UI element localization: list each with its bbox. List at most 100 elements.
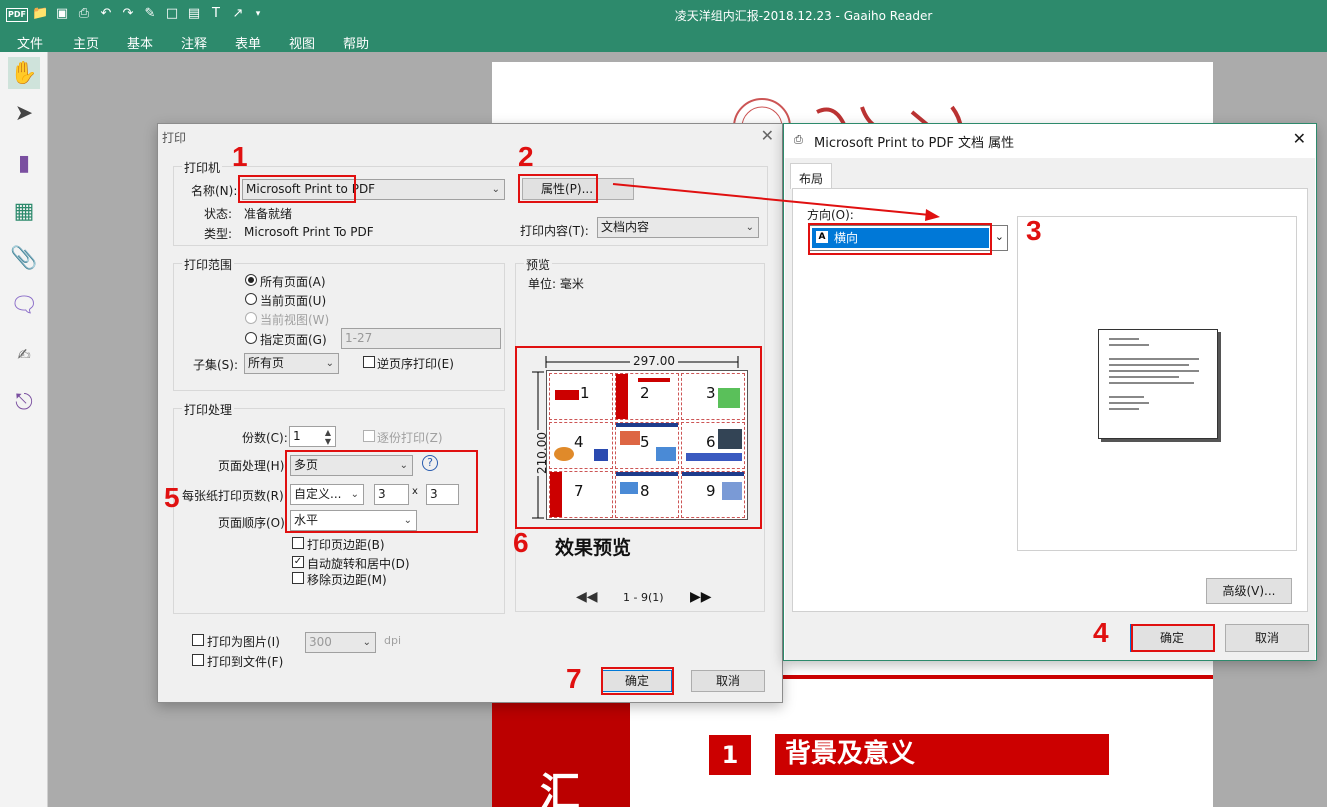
annotation-label-7: 7 bbox=[566, 663, 582, 694]
annotation-box-4 bbox=[1131, 624, 1215, 652]
menu-view[interactable]: 视图 bbox=[289, 33, 315, 52]
menu-bar: 文件 主页 基本 注释 表单 视图 帮助 bbox=[0, 30, 1327, 52]
preview-title: 预览 bbox=[524, 256, 553, 273]
menu-basic[interactable]: 基本 bbox=[127, 33, 153, 52]
reverse-order-label: 逆页序打印(E) bbox=[377, 357, 454, 371]
last-page-icon[interactable]: ▶▶ bbox=[690, 589, 712, 605]
annotation-label-2: 2 bbox=[518, 141, 534, 172]
copies-stepper[interactable]: 1 ▲ ▼ bbox=[289, 426, 336, 447]
preview-page-indicator: 1 - 9(1) bbox=[623, 591, 664, 604]
close-icon[interactable]: ✕ bbox=[761, 126, 774, 145]
annotation-box-7 bbox=[601, 667, 674, 695]
print-as-image-checkbox[interactable] bbox=[192, 634, 204, 646]
printer-icon: ⎙ bbox=[794, 133, 803, 146]
chevron-down-icon: ⌄ bbox=[745, 222, 754, 233]
dpi-unit: dpi bbox=[384, 634, 402, 647]
copies-label: 份数(C): bbox=[242, 431, 288, 445]
subset-value: 所有页 bbox=[248, 356, 285, 370]
orientation-preview bbox=[1017, 216, 1297, 551]
page-order-label: 页面顺序(O) bbox=[218, 516, 285, 530]
print-borders-checkbox[interactable] bbox=[292, 537, 304, 549]
hand-tool-icon[interactable]: ✋ bbox=[8, 57, 40, 89]
printer-status-value: 准备就绪 bbox=[244, 207, 293, 221]
annotation-box-2 bbox=[518, 174, 598, 203]
printer-name-label: 名称(N): bbox=[191, 184, 238, 198]
annotation-label-1: 1 bbox=[232, 141, 248, 172]
annotation-box-3 bbox=[808, 223, 992, 255]
printer-status-label: 状态: bbox=[204, 207, 233, 221]
all-pages-label: 所有页面(A) bbox=[260, 275, 326, 289]
print-cancel-button[interactable]: 取消 bbox=[691, 670, 765, 692]
auto-rotate-checkbox[interactable]: ✓ bbox=[292, 556, 304, 568]
page-handling-label: 页面处理(H) bbox=[218, 459, 285, 473]
print-content-select[interactable]: 文档内容 ⌄ bbox=[597, 217, 759, 238]
print-as-image-label: 打印为图片(I) bbox=[207, 635, 280, 649]
reverse-order-checkbox[interactable] bbox=[363, 356, 375, 368]
current-view-label: 当前视图(W) bbox=[260, 313, 330, 327]
attachment-icon[interactable]: 📎 bbox=[8, 242, 40, 274]
chevron-down-icon: ⌄ bbox=[362, 637, 371, 648]
subset-select[interactable]: 所有页 ⌄ bbox=[244, 353, 339, 374]
annotation-box-5 bbox=[285, 450, 478, 533]
printer-type-value: Microsoft Print To PDF bbox=[244, 225, 374, 239]
select-tool-icon[interactable]: ➤ bbox=[8, 97, 40, 129]
print-handling-title: 打印处理 bbox=[182, 401, 235, 418]
window-title: 凌天洋组内汇报-2018.12.23 - Gaaiho Reader bbox=[674, 9, 933, 23]
collate-checkbox[interactable] bbox=[363, 430, 375, 442]
chevron-down-icon: ⌄ bbox=[325, 358, 334, 369]
preview-unit: 单位: 毫米 bbox=[528, 277, 584, 291]
menu-home[interactable]: 主页 bbox=[73, 33, 99, 52]
radio-all-pages[interactable] bbox=[245, 274, 257, 286]
menu-comment[interactable]: 注释 bbox=[181, 33, 207, 52]
print-to-file-label: 打印到文件(F) bbox=[207, 655, 284, 669]
stepper-arrows-icon[interactable]: ▲ ▼ bbox=[325, 428, 331, 446]
radio-current-view[interactable] bbox=[245, 312, 257, 324]
advanced-button[interactable]: 高级(V)... bbox=[1206, 578, 1292, 604]
menu-form[interactable]: 表单 bbox=[235, 33, 261, 52]
copies-value: 1 bbox=[293, 429, 301, 443]
print-to-file-checkbox[interactable] bbox=[192, 654, 204, 666]
pages-per-sheet-label: 每张纸打印页数(R) bbox=[182, 489, 284, 503]
print-borders-label: 打印页边距(B) bbox=[307, 538, 385, 552]
menu-help[interactable]: 帮助 bbox=[343, 33, 369, 52]
print-content-value: 文档内容 bbox=[601, 220, 650, 234]
slide-mark: 汇 bbox=[540, 770, 580, 807]
props-cancel-button[interactable]: 取消 bbox=[1225, 624, 1309, 652]
collate-label: 逐份打印(Z) bbox=[377, 431, 443, 445]
landscape-preview-page bbox=[1098, 329, 1218, 439]
specified-pages-label: 指定页面(G) bbox=[260, 333, 327, 347]
radio-specified-pages[interactable] bbox=[245, 332, 257, 344]
annotation-label-6: 6 bbox=[513, 527, 529, 558]
printer-type-label: 类型: bbox=[204, 227, 233, 241]
print-range-title: 打印范围 bbox=[182, 256, 235, 273]
close-icon[interactable]: ✕ bbox=[1293, 129, 1306, 148]
chevron-down-icon: ⌄ bbox=[491, 184, 500, 195]
props-dialog-body: 布局 方向(O): 横向 A ⌄ 高级(V)... 确定 取消 bbox=[785, 158, 1315, 660]
radio-current-page[interactable] bbox=[245, 293, 257, 305]
bookmark-icon[interactable]: ▮ bbox=[8, 147, 40, 179]
printer-properties-dialog: ⎙ Microsoft Print to PDF 文档 属性 ✕ 布局 方向(O… bbox=[783, 123, 1317, 661]
signature-icon[interactable]: ✍ bbox=[8, 338, 40, 370]
section-title: 背景及意义 bbox=[775, 734, 1109, 775]
thumbnails-icon[interactable]: ▦ bbox=[8, 195, 40, 227]
subset-label: 子集(S): bbox=[193, 358, 239, 372]
preview-caption: 效果预览 bbox=[555, 537, 632, 559]
dpi-value: 300 bbox=[309, 635, 332, 649]
current-page-label: 当前页面(U) bbox=[260, 294, 327, 308]
orientation-label: 方向(O): bbox=[807, 208, 854, 222]
menu-file[interactable]: 文件 bbox=[17, 33, 43, 52]
annotation-label-3: 3 bbox=[1026, 215, 1042, 246]
remove-margins-checkbox[interactable] bbox=[292, 572, 304, 584]
annotation-box-1 bbox=[238, 175, 356, 203]
props-dialog-title: Microsoft Print to PDF 文档 属性 bbox=[814, 136, 1015, 151]
annotation-label-5: 5 bbox=[164, 482, 180, 513]
page-range-input[interactable]: 1-27 bbox=[341, 328, 501, 349]
first-page-icon[interactable]: ◀◀ bbox=[576, 589, 598, 605]
annotation-label-4: 4 bbox=[1093, 617, 1109, 648]
auto-rotate-label: 自动旋转和居中(D) bbox=[307, 557, 410, 571]
dpi-select[interactable]: 300 ⌄ bbox=[305, 632, 376, 653]
tab-layout[interactable]: 布局 bbox=[790, 163, 833, 189]
title-bar: PDF 📁 ▣ ⎙ ↶ ↷ ✎ □ ▤ T ↗ ▾ 凌天洋组内汇报-2018.1… bbox=[0, 0, 1327, 30]
comment-icon[interactable]: 🗨 bbox=[8, 289, 40, 321]
stamp-icon[interactable]: ⎋ bbox=[8, 386, 40, 418]
